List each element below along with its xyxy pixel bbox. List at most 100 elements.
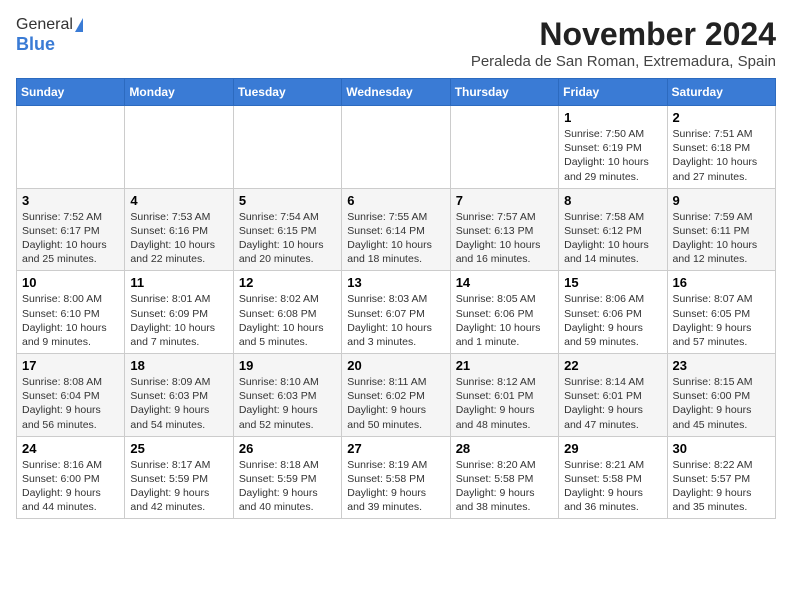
calendar-cell: 8Sunrise: 7:58 AM Sunset: 6:12 PM Daylig… bbox=[559, 188, 667, 271]
day-number: 14 bbox=[456, 275, 553, 290]
calendar-cell: 3 Sunrise: 7:52 AM Sunset: 6:17 PM Daylig… bbox=[17, 188, 125, 271]
day-number: 20 bbox=[347, 358, 444, 373]
day-info: Sunrise: 8:09 AM Sunset: 6:03 PM Dayligh… bbox=[130, 375, 227, 432]
day-number: 28 bbox=[456, 441, 553, 456]
day-number: 10 bbox=[22, 275, 119, 290]
calendar-header-row: SundayMondayTuesdayWednesdayThursdayFrid… bbox=[17, 79, 776, 106]
day-info: Sunrise: 8:05 AM Sunset: 6:06 PM Dayligh… bbox=[456, 292, 553, 349]
calendar-cell: 14 Sunrise: 8:05 AM Sunset: 6:06 PM Dayli… bbox=[450, 271, 558, 354]
day-number: 24 bbox=[22, 441, 119, 456]
day-number: 16 bbox=[673, 275, 770, 290]
day-number: 19 bbox=[239, 358, 336, 373]
day-info: Sunrise: 7:58 AM Sunset: 6:12 PM Dayligh… bbox=[564, 210, 661, 267]
title-area: November 2024 Peraleda de San Roman, Ext… bbox=[471, 16, 776, 70]
calendar-cell: 24 Sunrise: 8:16 AM Sunset: 6:00 PM Dayli… bbox=[17, 436, 125, 519]
day-number: 12 bbox=[239, 275, 336, 290]
day-info: Sunrise: 8:07 AM Sunset: 6:05 PM Dayligh… bbox=[673, 292, 770, 349]
day-number: 1 bbox=[564, 110, 661, 125]
calendar-week-row: 10 Sunrise: 8:00 AM Sunset: 6:10 PM Dayli… bbox=[17, 271, 776, 354]
day-header-saturday: Saturday bbox=[667, 79, 775, 106]
day-info: Sunrise: 7:52 AM Sunset: 6:17 PM Dayligh… bbox=[22, 210, 119, 267]
logo-triangle-icon bbox=[75, 18, 83, 32]
day-number: 25 bbox=[130, 441, 227, 456]
calendar-cell: 30Sunrise: 8:22 AM Sunset: 5:57 PM Dayli… bbox=[667, 436, 775, 519]
calendar-cell: 13 Sunrise: 8:03 AM Sunset: 6:07 PM Dayli… bbox=[342, 271, 450, 354]
calendar-week-row: 3 Sunrise: 7:52 AM Sunset: 6:17 PM Daylig… bbox=[17, 188, 776, 271]
day-number: 2 bbox=[673, 110, 770, 125]
day-info: Sunrise: 7:54 AM Sunset: 6:15 PM Dayligh… bbox=[239, 210, 336, 267]
day-info: Sunrise: 7:53 AM Sunset: 6:16 PM Dayligh… bbox=[130, 210, 227, 267]
day-number: 6 bbox=[347, 193, 444, 208]
day-number: 13 bbox=[347, 275, 444, 290]
calendar-cell bbox=[125, 106, 233, 189]
calendar-cell: 2Sunrise: 7:51 AM Sunset: 6:18 PM Daylig… bbox=[667, 106, 775, 189]
calendar-cell: 11 Sunrise: 8:01 AM Sunset: 6:09 PM Dayli… bbox=[125, 271, 233, 354]
day-header-monday: Monday bbox=[125, 79, 233, 106]
day-info: Sunrise: 8:06 AM Sunset: 6:06 PM Dayligh… bbox=[564, 292, 661, 349]
day-info: Sunrise: 8:12 AM Sunset: 6:01 PM Dayligh… bbox=[456, 375, 553, 432]
day-info: Sunrise: 7:57 AM Sunset: 6:13 PM Dayligh… bbox=[456, 210, 553, 267]
day-info: Sunrise: 8:22 AM Sunset: 5:57 PM Dayligh… bbox=[673, 458, 770, 515]
calendar-cell: 1Sunrise: 7:50 AM Sunset: 6:19 PM Daylig… bbox=[559, 106, 667, 189]
calendar-week-row: 24 Sunrise: 8:16 AM Sunset: 6:00 PM Dayli… bbox=[17, 436, 776, 519]
calendar-cell bbox=[450, 106, 558, 189]
day-header-tuesday: Tuesday bbox=[233, 79, 341, 106]
calendar-cell: 15 Sunrise: 8:06 AM Sunset: 6:06 PM Dayli… bbox=[559, 271, 667, 354]
day-info: Sunrise: 8:02 AM Sunset: 6:08 PM Dayligh… bbox=[239, 292, 336, 349]
month-title: November 2024 bbox=[471, 16, 776, 53]
day-header-thursday: Thursday bbox=[450, 79, 558, 106]
day-info: Sunrise: 8:16 AM Sunset: 6:00 PM Dayligh… bbox=[22, 458, 119, 515]
day-number: 3 bbox=[22, 193, 119, 208]
day-number: 23 bbox=[673, 358, 770, 373]
day-number: 21 bbox=[456, 358, 553, 373]
calendar-cell: 26 Sunrise: 8:18 AM Sunset: 5:59 PM Dayli… bbox=[233, 436, 341, 519]
day-number: 15 bbox=[564, 275, 661, 290]
day-info: Sunrise: 8:17 AM Sunset: 5:59 PM Dayligh… bbox=[130, 458, 227, 515]
logo-general-text: General bbox=[16, 16, 73, 34]
day-info: Sunrise: 8:15 AM Sunset: 6:00 PM Dayligh… bbox=[673, 375, 770, 432]
day-number: 22 bbox=[564, 358, 661, 373]
day-header-sunday: Sunday bbox=[17, 79, 125, 106]
calendar-cell: 28 Sunrise: 8:20 AM Sunset: 5:58 PM Dayli… bbox=[450, 436, 558, 519]
calendar-cell: 23 Sunrise: 8:15 AM Sunset: 6:00 PM Dayli… bbox=[667, 354, 775, 437]
calendar-cell bbox=[342, 106, 450, 189]
day-number: 27 bbox=[347, 441, 444, 456]
calendar-cell: 16 Sunrise: 8:07 AM Sunset: 6:05 PM Dayli… bbox=[667, 271, 775, 354]
day-info: Sunrise: 8:20 AM Sunset: 5:58 PM Dayligh… bbox=[456, 458, 553, 515]
day-number: 26 bbox=[239, 441, 336, 456]
calendar-cell: 19Sunrise: 8:10 AM Sunset: 6:03 PM Dayli… bbox=[233, 354, 341, 437]
day-info: Sunrise: 8:21 AM Sunset: 5:58 PM Dayligh… bbox=[564, 458, 661, 515]
day-info: Sunrise: 8:18 AM Sunset: 5:59 PM Dayligh… bbox=[239, 458, 336, 515]
day-info: Sunrise: 8:08 AM Sunset: 6:04 PM Dayligh… bbox=[22, 375, 119, 432]
calendar-cell: 21 Sunrise: 8:12 AM Sunset: 6:01 PM Dayli… bbox=[450, 354, 558, 437]
day-info: Sunrise: 8:19 AM Sunset: 5:58 PM Dayligh… bbox=[347, 458, 444, 515]
day-number: 18 bbox=[130, 358, 227, 373]
calendar-cell: 29Sunrise: 8:21 AM Sunset: 5:58 PM Dayli… bbox=[559, 436, 667, 519]
calendar-cell bbox=[233, 106, 341, 189]
day-info: Sunrise: 8:11 AM Sunset: 6:02 PM Dayligh… bbox=[347, 375, 444, 432]
day-number: 5 bbox=[239, 193, 336, 208]
day-number: 17 bbox=[22, 358, 119, 373]
logo: General Blue bbox=[16, 16, 83, 55]
day-number: 7 bbox=[456, 193, 553, 208]
calendar-week-row: 17 Sunrise: 8:08 AM Sunset: 6:04 PM Dayli… bbox=[17, 354, 776, 437]
day-number: 9 bbox=[673, 193, 770, 208]
calendar-cell: 17 Sunrise: 8:08 AM Sunset: 6:04 PM Dayli… bbox=[17, 354, 125, 437]
calendar-cell: 25 Sunrise: 8:17 AM Sunset: 5:59 PM Dayli… bbox=[125, 436, 233, 519]
day-info: Sunrise: 7:59 AM Sunset: 6:11 PM Dayligh… bbox=[673, 210, 770, 267]
day-header-friday: Friday bbox=[559, 79, 667, 106]
calendar-cell: 27 Sunrise: 8:19 AM Sunset: 5:58 PM Dayli… bbox=[342, 436, 450, 519]
day-info: Sunrise: 8:00 AM Sunset: 6:10 PM Dayligh… bbox=[22, 292, 119, 349]
calendar-cell: 22Sunrise: 8:14 AM Sunset: 6:01 PM Dayli… bbox=[559, 354, 667, 437]
day-info: Sunrise: 8:01 AM Sunset: 6:09 PM Dayligh… bbox=[130, 292, 227, 349]
calendar-cell: 18 Sunrise: 8:09 AM Sunset: 6:03 PM Dayli… bbox=[125, 354, 233, 437]
day-header-wednesday: Wednesday bbox=[342, 79, 450, 106]
calendar-table: SundayMondayTuesdayWednesdayThursdayFrid… bbox=[16, 78, 776, 519]
calendar-cell: 20 Sunrise: 8:11 AM Sunset: 6:02 PM Dayli… bbox=[342, 354, 450, 437]
calendar-week-row: 1Sunrise: 7:50 AM Sunset: 6:19 PM Daylig… bbox=[17, 106, 776, 189]
day-number: 11 bbox=[130, 275, 227, 290]
day-info: Sunrise: 8:03 AM Sunset: 6:07 PM Dayligh… bbox=[347, 292, 444, 349]
calendar-cell: 4Sunrise: 7:53 AM Sunset: 6:16 PM Daylig… bbox=[125, 188, 233, 271]
calendar-cell bbox=[17, 106, 125, 189]
day-info: Sunrise: 7:55 AM Sunset: 6:14 PM Dayligh… bbox=[347, 210, 444, 267]
